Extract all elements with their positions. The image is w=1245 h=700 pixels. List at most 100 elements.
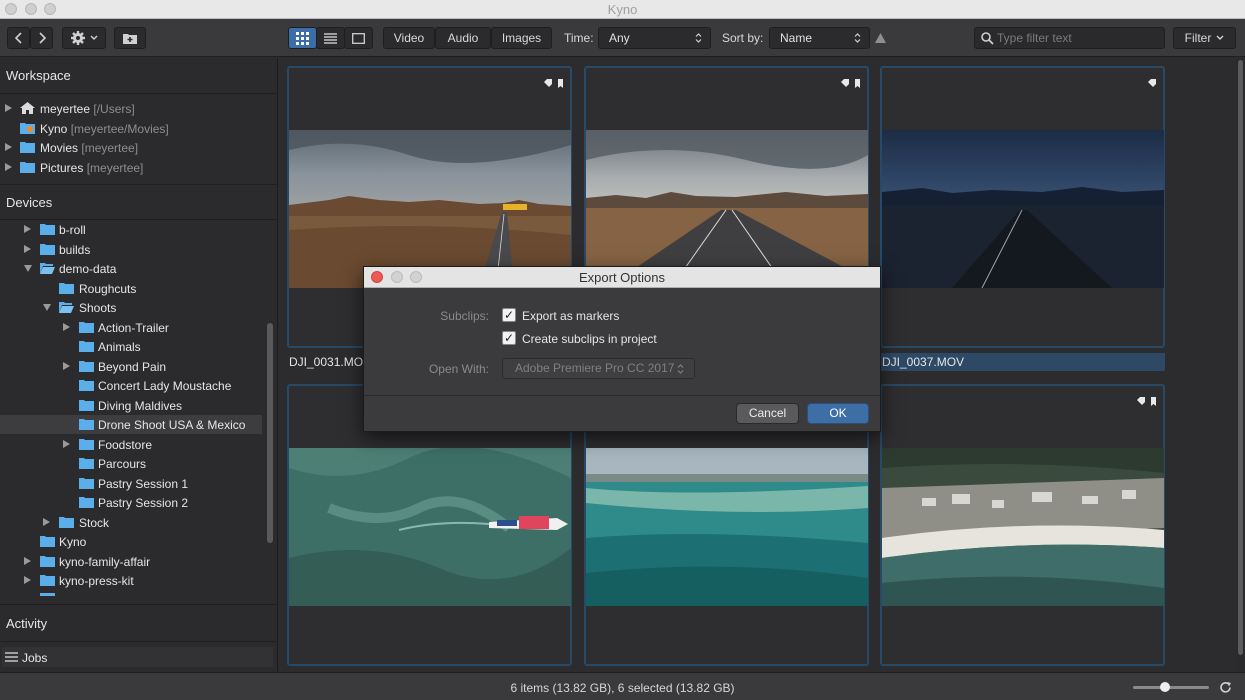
sidebar-item-label: kyno-press-kit (59, 574, 134, 588)
device-item-beyond-pain[interactable]: Beyond Pain (0, 357, 262, 376)
sort-select[interactable]: Name (769, 27, 870, 49)
filter-button-label: Filter (1184, 31, 1212, 45)
folder-icon (79, 400, 94, 411)
expand-arrow-icon[interactable] (63, 362, 70, 370)
grid-scrollbar[interactable] (1236, 58, 1245, 672)
device-item-builds[interactable]: builds (0, 240, 262, 259)
workspace-header: Workspace (0, 58, 277, 94)
create-subclips-label: Create subclips in project (522, 332, 657, 346)
sort-label: Sort by: (722, 31, 764, 45)
filter-video-button[interactable]: Video (383, 27, 435, 49)
sidebar-item-label: Shoots (79, 301, 117, 315)
expand-arrow-icon[interactable] (24, 225, 31, 233)
tag-icon (544, 78, 566, 92)
sidebar-item-label: Diving Maldives (98, 399, 183, 413)
device-item-roughcuts[interactable]: Roughcuts (0, 279, 262, 298)
device-item-b-roll[interactable]: b-roll (0, 220, 262, 239)
device-item-concert-lady-moustache[interactable]: Concert Lady Moustache (0, 376, 262, 395)
thumbnail-coastal-town[interactable] (882, 448, 1164, 606)
media-card[interactable] (880, 384, 1165, 666)
thumbnail-desert-road-sunset[interactable] (289, 130, 571, 288)
expand-arrow-icon[interactable] (5, 163, 12, 171)
settings-menu-button[interactable] (62, 27, 106, 49)
sidebar-item-label: builds (59, 243, 91, 257)
workspace-item-kyno[interactable]: Kyno [meyertee/Movies] (0, 119, 262, 138)
sidebar-item-label: Pastry Session 1 (98, 477, 189, 491)
filter-images-button[interactable]: Images (491, 27, 552, 49)
single-view-button[interactable] (344, 27, 373, 49)
refresh-icon[interactable] (1219, 681, 1232, 694)
expand-arrow-icon[interactable] (5, 143, 12, 151)
device-item-kyno-family-affair[interactable]: kyno-family-affair (0, 552, 262, 571)
export-markers-checkbox[interactable]: ✓ (502, 308, 516, 322)
dialog-titlebar: Export Options (364, 267, 880, 288)
list-view-button[interactable] (316, 27, 345, 49)
expand-arrow-icon[interactable] (24, 557, 31, 565)
device-item-stock[interactable]: Stock (0, 513, 262, 532)
open-with-select[interactable]: Adobe Premiere Pro CC 2017 (502, 358, 695, 379)
sidebar-item-label: Parcours (98, 457, 147, 471)
grid-icon (296, 31, 309, 45)
jobs-row[interactable]: Jobs (2, 647, 273, 667)
sidebar-item-label: Pictures (40, 161, 84, 175)
expand-arrow-icon[interactable] (5, 104, 12, 112)
sort-select-value: Name (780, 31, 813, 45)
device-item-foodstore[interactable]: Foodstore (0, 435, 262, 454)
sort-direction-icon[interactable] (875, 33, 886, 43)
sidebar-item-label: Movies (40, 141, 79, 155)
expand-arrow-icon[interactable] (63, 323, 70, 331)
device-item-demo-data[interactable]: demo-data (0, 259, 262, 278)
thumbnail-desert-road-night[interactable] (882, 130, 1164, 288)
device-item-pastry-session-2[interactable]: Pastry Session 2 (0, 493, 262, 512)
device-item-action-trailer[interactable]: Action-Trailer (0, 318, 262, 337)
folder-icon (79, 341, 94, 352)
device-item-diving-maldives[interactable]: Diving Maldives (0, 396, 262, 415)
forward-button[interactable] (30, 27, 53, 49)
sidebar-item-label: Action-Trailer (98, 321, 169, 335)
device-item-shoots[interactable]: Shoots (0, 298, 262, 317)
device-item-kyno-press-kit[interactable]: kyno-press-kit (0, 571, 262, 590)
time-select[interactable]: Any (598, 27, 711, 49)
back-button[interactable] (7, 27, 30, 49)
device-item-animals[interactable]: Animals (0, 337, 262, 356)
collapse-arrow-icon[interactable] (24, 265, 32, 272)
device-item-kyno[interactable]: Kyno (0, 532, 262, 551)
ok-button[interactable]: OK (807, 403, 869, 424)
cancel-button[interactable]: Cancel (736, 403, 799, 424)
tag-icon (1148, 78, 1158, 92)
grid-view-button[interactable] (288, 27, 317, 49)
sidebar-item-label: meyertee (40, 102, 91, 116)
expand-arrow-icon[interactable] (63, 440, 70, 448)
dialog-title: Export Options (579, 270, 665, 285)
filter-audio-button[interactable]: Audio (435, 27, 491, 49)
thumbnail-coast-shallow-water[interactable] (586, 448, 868, 606)
slider-knob[interactable] (1160, 682, 1170, 692)
sidebar-item-label: Drone Shoot USA & Mexico (98, 418, 246, 432)
thumbnail-desert-road-cloudy[interactable] (586, 130, 868, 288)
thumbnail-size-slider[interactable] (1133, 682, 1209, 692)
sidebar-scrollbar[interactable] (267, 323, 273, 543)
sidebar-item-label: Animals (98, 340, 141, 354)
expand-arrow-icon[interactable] (43, 518, 50, 526)
updown-chevron-icon (695, 33, 702, 43)
filter-button[interactable]: Filter (1173, 27, 1236, 49)
thumbnail-boat-aerial[interactable] (289, 448, 571, 606)
grid-scrollbar-thumb[interactable] (1238, 60, 1243, 655)
folder-icon (20, 142, 35, 153)
device-item-drone-shoot[interactable]: Drone Shoot USA & Mexico (0, 415, 262, 434)
media-card[interactable] (880, 66, 1165, 348)
device-item-pastry-session-1[interactable]: Pastry Session 1 (0, 474, 262, 493)
create-subclips-checkbox[interactable]: ✓ (502, 331, 516, 345)
workspace-item-pictures[interactable]: Pictures [meyertee] (0, 158, 262, 177)
device-item-parcours[interactable]: Parcours (0, 454, 262, 473)
expand-arrow-icon[interactable] (24, 245, 31, 253)
sidebar-item-label: b-roll (59, 223, 86, 237)
collapse-arrow-icon[interactable] (43, 304, 51, 311)
expand-arrow-icon[interactable] (24, 576, 31, 584)
workspace-item-meyertee[interactable]: meyertee [/Users] (0, 99, 262, 118)
workspace-item-movies[interactable]: Movies [meyertee] (0, 138, 262, 157)
search-input[interactable] (997, 30, 1157, 46)
new-folder-button[interactable] (114, 27, 146, 49)
folder-icon (40, 575, 55, 586)
export-options-dialog: Export Options Subclips: ✓ Export as mar… (363, 266, 881, 432)
